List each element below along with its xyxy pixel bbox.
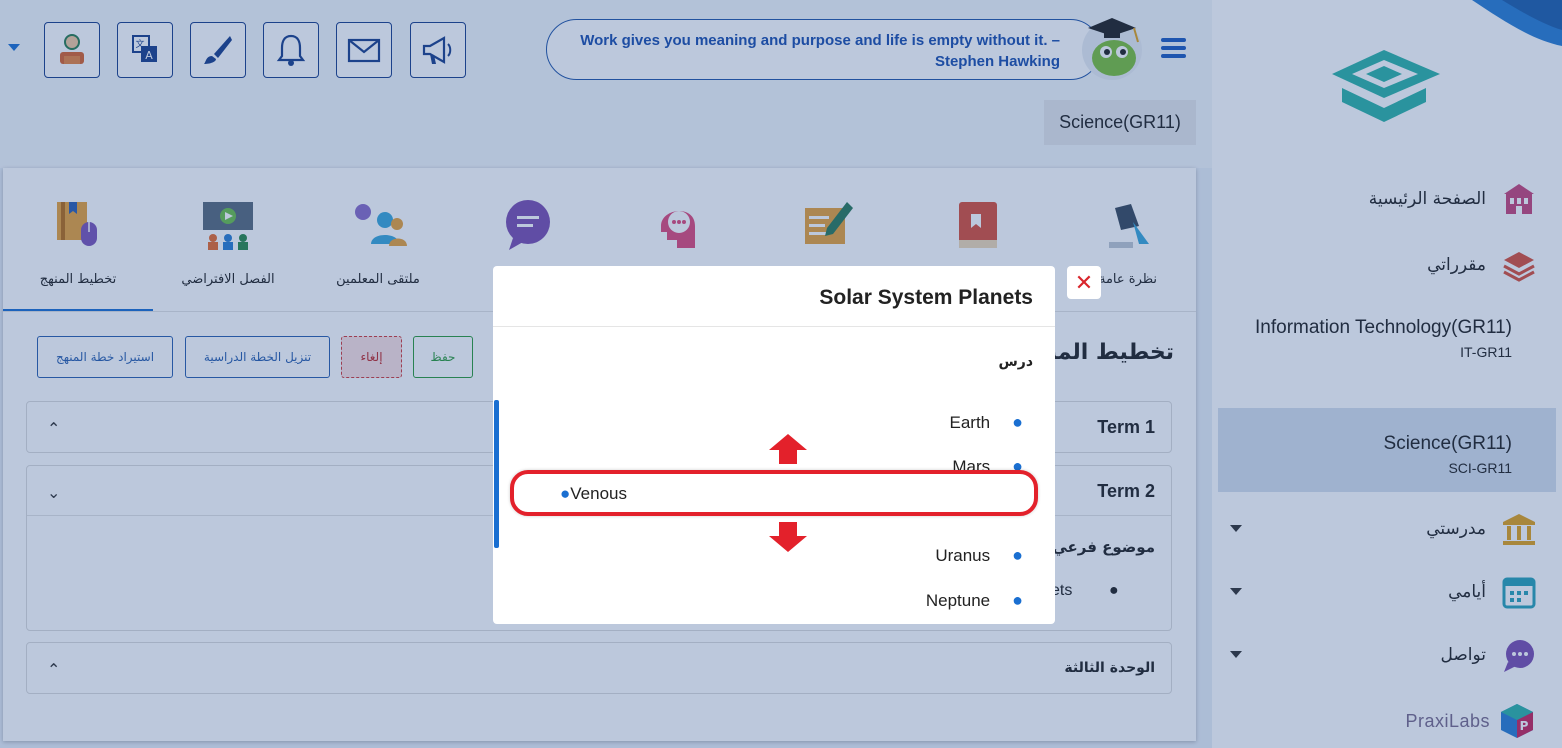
dragged-planet-label: ●Venous [560, 484, 627, 504]
bullet-icon: ● [1012, 412, 1023, 432]
bullet-icon: ● [1012, 590, 1023, 610]
planet-item[interactable]: Earth ● [949, 412, 1023, 433]
close-modal-button[interactable]: ✕ [1067, 266, 1101, 299]
planet-name: Uranus [935, 545, 991, 565]
modal-scrollbar[interactable] [494, 400, 499, 548]
arrow-down-icon [769, 522, 807, 552]
arrow-up-icon [769, 434, 807, 464]
planet-item[interactable]: Uranus ● [935, 545, 1023, 566]
bullet-icon: ● [1012, 545, 1023, 565]
modal-divider [493, 326, 1055, 327]
bullet-icon: ● [560, 484, 571, 503]
modal-title: Solar System Planets [819, 286, 1033, 309]
dragged-planet-item[interactable]: ●Venous [510, 470, 1038, 516]
planet-name: Venous [570, 484, 628, 503]
planet-item[interactable]: Neptune ● [926, 590, 1023, 611]
planet-name: Earth [949, 412, 991, 432]
planet-name: Neptune [925, 590, 991, 610]
lesson-label: درس [998, 354, 1033, 370]
